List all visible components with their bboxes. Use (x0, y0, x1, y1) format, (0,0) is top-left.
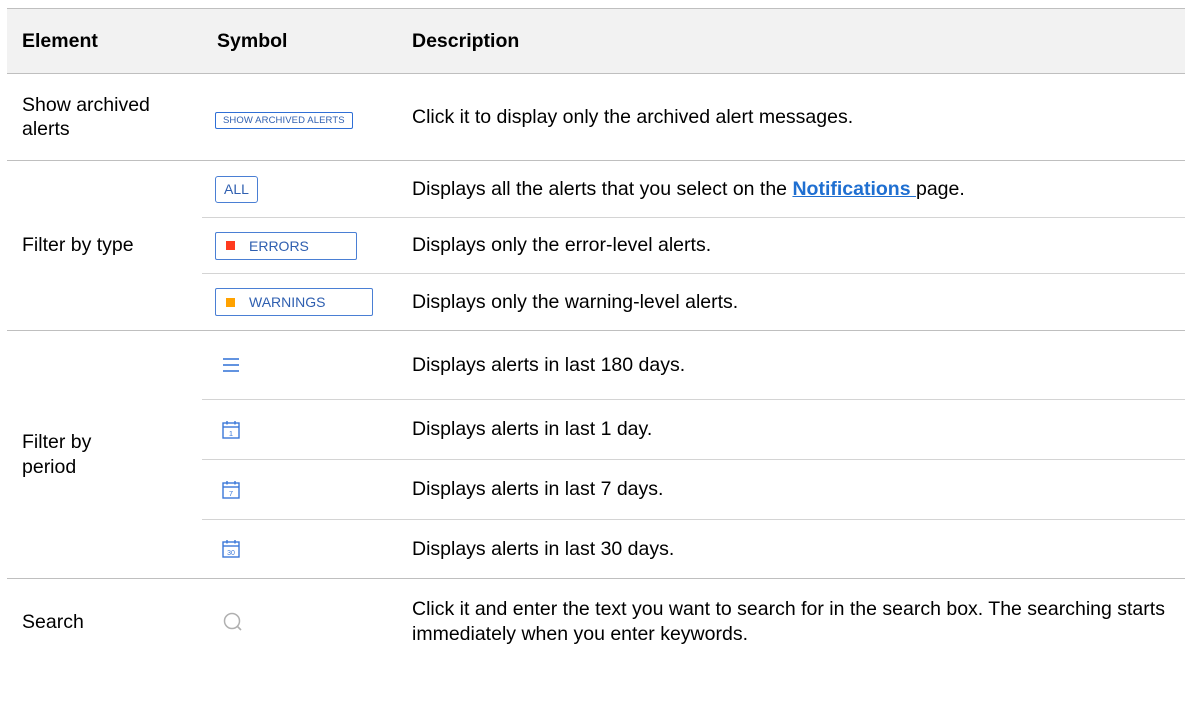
table-header-row: Element Symbol Description (7, 8, 1185, 74)
element-search: Search (22, 610, 84, 633)
show-archived-alerts-button[interactable]: SHOW ARCHIVED ALERTS (215, 111, 353, 129)
alerts-element-table: Element Symbol Description Show archived… (7, 8, 1185, 665)
description-180-days: Displays alerts in last 180 days. (397, 330, 1185, 400)
symbol-cell: 1 (202, 399, 397, 460)
symbol-cell (202, 579, 397, 665)
description-all-text: Displays all the alerts that you select … (412, 177, 793, 200)
warning-square-icon (226, 297, 235, 307)
description-7-days: Displays alerts in last 7 days. (397, 459, 1185, 520)
filter-errors-button[interactable]: ERRORS (215, 231, 357, 260)
notifications-link[interactable]: Notifications (792, 178, 916, 200)
search-icon[interactable] (221, 610, 245, 634)
list-icon[interactable] (219, 353, 243, 377)
description-warnings: Displays only the warning-level alerts. (397, 273, 1185, 331)
element-show-archived: Show archived alerts (7, 73, 202, 161)
symbol-cell: SHOW ARCHIVED ALERTS (202, 73, 397, 161)
filter-errors-label: ERRORS (249, 237, 309, 254)
svg-text:7: 7 (229, 489, 233, 498)
calendar-1-icon[interactable]: 1 (219, 418, 243, 442)
svg-text:1: 1 (229, 429, 233, 438)
calendar-30-icon[interactable]: 30 (219, 537, 243, 561)
element-filter-by-period-label: Filter by period (22, 431, 92, 478)
table-row: Show archived alerts SHOW ARCHIVED ALERT… (7, 73, 1185, 161)
symbol-cell: WARNINGS (202, 273, 397, 331)
description-search: Click it and enter the text you want to … (412, 598, 1165, 645)
svg-text:30: 30 (227, 550, 235, 557)
header-description: Description (397, 8, 1185, 74)
table-row: Filter by period Displays alerts in last… (7, 330, 1185, 579)
symbol-cell: ALL (202, 160, 397, 218)
symbol-cell: ERRORS (202, 217, 397, 274)
symbol-cell: 30 (202, 519, 397, 579)
table-row: Search Click it and enter the text you w… (7, 579, 1185, 665)
calendar-7-icon[interactable]: 7 (219, 478, 243, 502)
description-show-archived: Click it to display only the archived al… (397, 73, 1185, 161)
description-errors: Displays only the error-level alerts. (397, 217, 1185, 274)
error-square-icon (226, 241, 235, 250)
symbol-cell (202, 330, 397, 400)
filter-all-button[interactable]: ALL (215, 175, 258, 203)
header-symbol: Symbol (202, 8, 397, 74)
description-1-day: Displays alerts in last 1 day. (397, 399, 1185, 460)
element-filter-by-type: Filter by type (7, 160, 202, 331)
description-30-days: Displays alerts in last 30 days. (397, 519, 1185, 579)
filter-warnings-button[interactable]: WARNINGS (215, 288, 373, 316)
element-filter-by-period: Filter by period (7, 330, 202, 579)
filter-warnings-label: WARNINGS (249, 294, 326, 310)
description-all: Displays all the alerts that you select … (397, 160, 1185, 218)
table-row: Filter by type ALL Displays all the aler… (7, 160, 1185, 331)
description-all-text-end: page. (915, 177, 965, 200)
header-element: Element (7, 8, 202, 74)
symbol-cell: 7 (202, 459, 397, 520)
